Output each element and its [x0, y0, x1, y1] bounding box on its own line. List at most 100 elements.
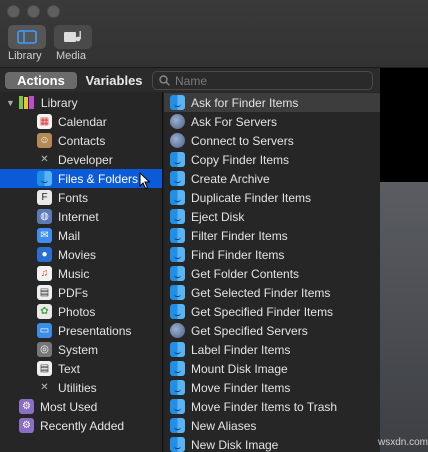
action-list-item[interactable]: Mount Disk Image: [164, 359, 380, 378]
sidebar-item-fonts[interactable]: F Fonts: [0, 188, 162, 207]
finder-icon: [170, 190, 185, 205]
filter-bar: Actions Variables: [0, 68, 380, 92]
action-label: Filter Finder Items: [191, 228, 288, 243]
action-list-item[interactable]: Get Selected Finder Items: [164, 283, 380, 302]
sidebar-item-internet[interactable]: ◍ Internet: [0, 207, 162, 226]
most-used-item[interactable]: ⚙ Most Used: [0, 397, 162, 416]
action-list-item[interactable]: Copy Finder Items: [164, 150, 380, 169]
action-label: Copy Finder Items: [191, 152, 290, 167]
fonts-icon: F: [37, 190, 52, 205]
finder-icon: [170, 342, 185, 357]
action-label: Ask For Servers: [191, 114, 278, 129]
action-list-item[interactable]: Duplicate Finder Items: [164, 188, 380, 207]
media-icon: [64, 31, 81, 42]
minimize-window-button[interactable]: [27, 5, 40, 18]
sidebar-item-text[interactable]: ▤ Text: [0, 359, 162, 378]
action-list-item[interactable]: Move Finder Items: [164, 378, 380, 397]
action-list-item[interactable]: Filter Finder Items: [164, 226, 380, 245]
server-icon: [170, 114, 185, 129]
library-root-item[interactable]: ▼ Library: [0, 93, 162, 112]
finder-icon: [170, 152, 185, 167]
finder-icon: [170, 266, 185, 281]
internet-icon: ◍: [37, 209, 52, 224]
sidebar-item-files-folders[interactable]: Files & Folders: [0, 169, 162, 188]
sidebar-item-photos[interactable]: ✿ Photos: [0, 302, 162, 321]
sidebar-item-label: Music: [58, 266, 90, 281]
library-books-icon: [18, 95, 36, 110]
sidebar-item-system[interactable]: ◎ System: [0, 340, 162, 359]
photos-icon: ✿: [37, 304, 52, 319]
finder-icon: [170, 304, 185, 319]
finder-icon: [170, 209, 185, 224]
disclosure-triangle-icon[interactable]: ▼: [6, 98, 15, 108]
action-list-item[interactable]: Create Archive: [164, 169, 380, 188]
action-list-item[interactable]: Get Folder Contents: [164, 264, 380, 283]
action-label: Move Finder Items to Trash: [191, 399, 338, 414]
tab-actions[interactable]: Actions: [5, 72, 77, 89]
action-list-item[interactable]: Get Specified Servers: [164, 321, 380, 340]
sidebar-item-developer[interactable]: ✕ Developer: [0, 150, 162, 169]
close-window-button[interactable]: [7, 5, 20, 18]
watermark: wsxdn.com: [378, 437, 428, 448]
sidebar-item-label: Calendar: [58, 114, 107, 129]
sidebar-item-label: Presentations: [58, 323, 132, 338]
action-label: Duplicate Finder Items: [191, 190, 312, 205]
action-label: Create Archive: [191, 171, 270, 186]
action-list-item[interactable]: Label Finder Items: [164, 340, 380, 359]
zoom-window-button[interactable]: [47, 5, 60, 18]
action-label: Eject Disk: [191, 209, 245, 224]
action-list-item[interactable]: New Disk Image: [164, 435, 380, 452]
finder-icon: [170, 418, 185, 433]
action-label: New Disk Image: [191, 437, 279, 452]
media-label: Media: [56, 50, 86, 62]
system-icon: ◎: [37, 342, 52, 357]
action-list-item[interactable]: Ask For Servers: [164, 112, 380, 131]
sidebar-item-label: Text: [58, 361, 81, 376]
search-icon: [159, 75, 170, 86]
sidebar-item-label: Mail: [58, 228, 81, 243]
action-label: Label Finder Items: [191, 342, 291, 357]
action-list-item[interactable]: Get Specified Finder Items: [164, 302, 380, 321]
sidebar-item-mail[interactable]: ✉ Mail: [0, 226, 162, 245]
library-icon: [17, 30, 37, 44]
action-label: Get Folder Contents: [191, 266, 300, 281]
finder-icon: [170, 285, 185, 300]
action-list-item[interactable]: New Aliases: [164, 416, 380, 435]
action-label: New Aliases: [191, 418, 257, 433]
tab-variables[interactable]: Variables: [80, 72, 148, 89]
recently-added-item[interactable]: ⚙ Recently Added: [0, 416, 162, 435]
finder-icon: [170, 361, 185, 376]
finder-icon: [170, 95, 185, 110]
library-tree: ▼ Library ▦ Calendar ☺ Contacts ✕ Developer Fi…: [0, 92, 163, 452]
action-list-item[interactable]: Find Finder Items: [164, 245, 380, 264]
sidebar-item-label: Fonts: [58, 190, 89, 205]
action-label: Get Specified Servers: [191, 323, 308, 338]
action-label: Ask for Finder Items: [191, 95, 299, 110]
actions-list: Ask for Finder Items Ask For Servers Conne…: [164, 92, 380, 452]
workflow-preview-area: [380, 68, 428, 452]
finder-icon: [170, 380, 185, 395]
action-list-item[interactable]: Ask for Finder Items: [164, 93, 380, 112]
action-list-item[interactable]: Eject Disk: [164, 207, 380, 226]
presentations-icon: ▭: [37, 323, 52, 338]
contacts-icon: ☺: [37, 133, 52, 148]
sidebar-item-presentations[interactable]: ▭ Presentations: [0, 321, 162, 340]
sidebar-item-label: Developer: [58, 152, 113, 167]
sidebar-item-movies[interactable]: ● Movies: [0, 245, 162, 264]
sidebar-item-pdfs[interactable]: ▤ PDFs: [0, 283, 162, 302]
action-list-item[interactable]: Move Finder Items to Trash: [164, 397, 380, 416]
sidebar-item-calendar[interactable]: ▦ Calendar: [0, 112, 162, 131]
sidebar-item-label: Files & Folders: [58, 171, 139, 186]
action-list-item[interactable]: Connect to Servers: [164, 131, 380, 150]
window-titlebar: Library Media: [0, 0, 428, 68]
developer-icon: ✕: [40, 154, 49, 165]
calendar-icon: ▦: [37, 114, 52, 129]
sidebar-item-contacts[interactable]: ☺ Contacts: [0, 131, 162, 150]
search-input[interactable]: [175, 73, 355, 88]
media-button[interactable]: [54, 25, 92, 49]
library-toggle-button[interactable]: [8, 25, 46, 49]
search-field[interactable]: [152, 71, 373, 90]
sidebar-item-utilities[interactable]: ✕ Utilities: [0, 378, 162, 397]
finder-icon: [170, 247, 185, 262]
sidebar-item-music[interactable]: ♫ Music: [0, 264, 162, 283]
